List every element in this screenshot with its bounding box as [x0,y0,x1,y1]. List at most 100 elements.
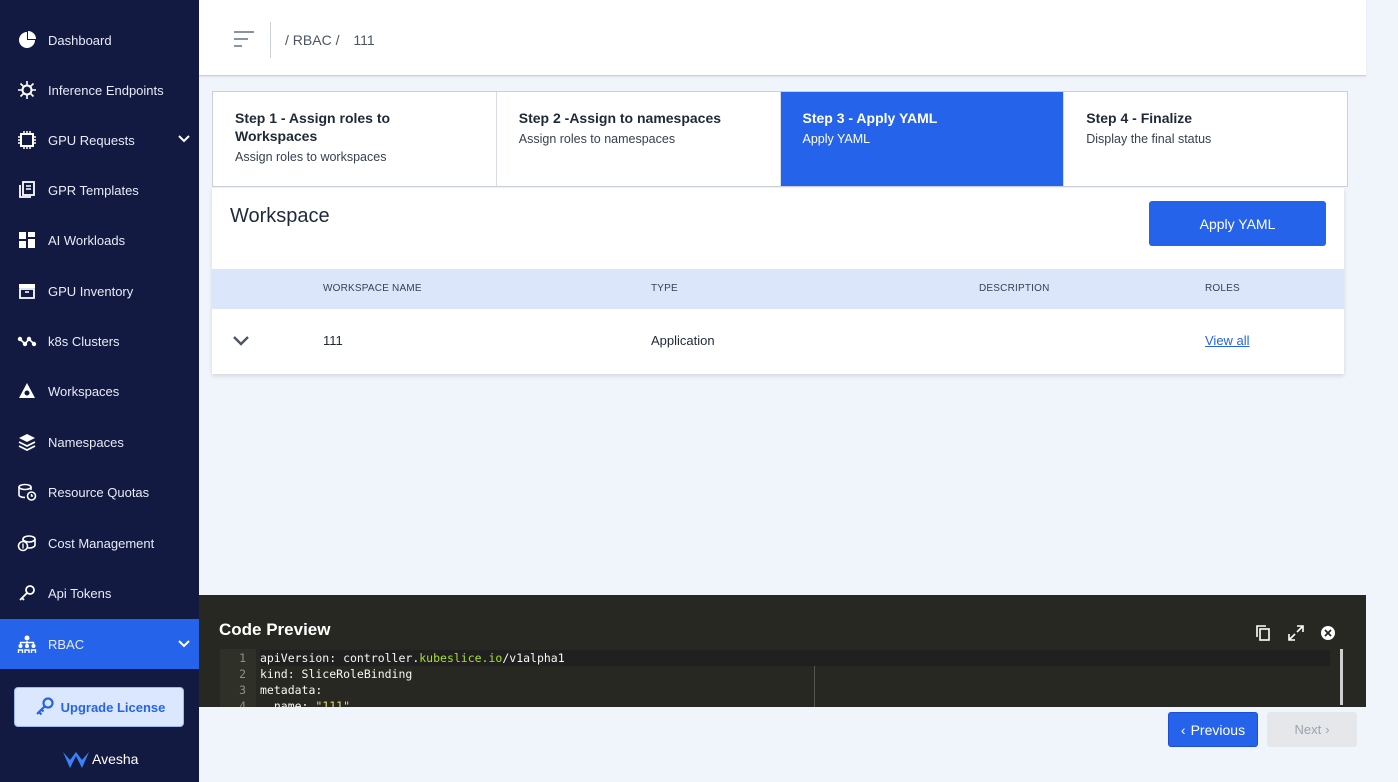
sidebar-item-label: k8s Clusters [48,333,120,349]
key-icon [16,582,38,604]
column-header-roles: ROLES [1205,283,1240,294]
line-number: 4 [239,699,246,707]
next-button[interactable]: Next › [1267,712,1357,747]
close-icon [1321,626,1335,640]
step-1[interactable]: Step 1 - Assign roles to Workspaces Assi… [213,92,497,186]
code-preview-title: Code Preview [219,620,331,639]
apply-yaml-button[interactable]: Apply YAML [1149,201,1326,246]
header-divider [270,22,271,58]
line-number: 1 [239,651,246,665]
step-description: Apply YAML [802,132,871,146]
code-line: name: "111" [260,699,351,707]
chevron-down-icon[interactable] [232,335,250,347]
code-editor[interactable]: 1 2 3 4 apiVersion: controller.kubeslice… [220,649,1344,707]
line-number: 3 [239,683,246,697]
sidebar-item-inference-endpoints[interactable]: Inference Endpoints [0,66,199,114]
step-title: Step 4 - Finalize [1086,110,1193,126]
menu-icon[interactable] [233,30,255,48]
sidebar-item-rbac[interactable]: RBAC [0,619,199,669]
namespaces-icon [16,431,38,453]
next-label: Next [1294,722,1322,737]
workspace-panel: Workspace Apply YAML WORKSPACE NAME TYPE… [212,188,1344,374]
chevron-right-icon: › [1325,722,1330,737]
sidebar-item-resource-quotas[interactable]: Resource Quotas [0,468,199,516]
code-line: apiVersion: controller.kubeslice.io/v1al… [260,650,1330,666]
sidebar-item-label: Dashboard [48,32,112,48]
sidebar-item-label: GPU Inventory [48,283,134,299]
templates-icon [16,179,38,201]
workspaces-icon [16,380,38,402]
step-description: Assign roles to workspaces [235,150,387,164]
clusters-icon [16,330,38,352]
table-row: 111 Application View all [212,309,1344,373]
code-line: metadata: [260,683,323,697]
sidebar-item-label: Resource Quotas [48,484,150,500]
breadcrumb-rbac[interactable]: / RBAC / [285,32,339,48]
quotas-icon [16,481,38,503]
chevron-left-icon: ‹ [1180,721,1186,738]
sidebar-item-gpu-inventory[interactable]: GPU Inventory [0,267,199,315]
print-margin [814,663,815,707]
step-description: Assign roles to namespaces [518,132,676,146]
step-2[interactable]: Step 2 -Assign to namespaces Assign role… [497,92,781,186]
upgrade-license-label: Upgrade License [60,699,166,715]
chip-icon [16,129,38,151]
key-icon [35,697,54,716]
inference-icon [16,79,38,101]
avesha-logo-icon [63,752,89,768]
view-all-roles-link[interactable]: View all [1205,333,1250,348]
sidebar-item-label: Cost Management [48,535,155,551]
sidebar: Dashboard Inference Endpoints GPU Reques… [0,0,199,782]
brand-logo: Avesha [62,748,138,770]
scrollbar[interactable] [1340,649,1343,705]
expand-button[interactable] [1288,625,1304,646]
sidebar-item-cost-management[interactable]: Cost Management [0,519,199,567]
table-header: WORKSPACE NAME TYPE DESCRIPTION ROLES [212,269,1344,309]
step-3[interactable]: Step 3 - Apply YAML Apply YAML [780,92,1065,186]
step-title: Step 2 -Assign to namespaces [518,110,722,126]
inventory-icon [16,280,38,302]
code-preview-panel: Code Preview 1 2 3 4 apiVersion: control… [199,595,1366,707]
code-line: kind: SliceRoleBinding [260,667,413,681]
sidebar-item-gpr-templates[interactable]: GPR Templates [0,166,199,214]
previous-button[interactable]: ‹ Previous [1168,712,1258,747]
expand-icon [1288,625,1304,641]
column-header-description: DESCRIPTION [979,283,1050,294]
chevron-down-icon[interactable] [177,637,191,651]
dashboard-icon [16,29,38,51]
cell-workspace-name: 111 [323,333,343,348]
previous-label: Previous [1190,721,1246,738]
stepper: Step 1 - Assign roles to Workspaces Assi… [212,91,1348,187]
sidebar-item-namespaces[interactable]: Namespaces [0,418,199,466]
step-4[interactable]: Step 4 - Finalize Display the final stat… [1064,92,1347,186]
upgrade-license-button[interactable]: Upgrade License [14,687,184,727]
sidebar-item-k8s-clusters[interactable]: k8s Clusters [0,317,199,365]
column-header-type: TYPE [651,283,678,294]
rbac-icon [16,633,38,655]
top-header: / RBAC / 111 [199,0,1366,76]
brand-name: Avesha [92,751,139,767]
sidebar-item-api-tokens[interactable]: Api Tokens [0,569,199,617]
step-title: Step 3 - Apply YAML [802,110,938,126]
workloads-icon [16,229,38,251]
line-number: 2 [239,667,246,681]
cost-icon [16,532,38,554]
cell-type: Application [651,333,715,348]
copy-button[interactable] [1255,625,1271,646]
sidebar-item-label: AI Workloads [48,232,126,248]
sidebar-item-dashboard[interactable]: Dashboard [0,16,199,64]
close-button[interactable] [1320,625,1336,646]
sidebar-item-label: Api Tokens [48,585,112,601]
sidebar-item-workspaces[interactable]: Workspaces [0,367,199,415]
sidebar-item-label: Workspaces [48,383,120,399]
copy-icon [1256,625,1270,641]
step-title: Step 1 - Assign roles to Workspaces [235,110,391,144]
sidebar-item-gpu-requests[interactable]: GPU Requests [0,116,199,164]
sidebar-item-label: RBAC [48,636,85,652]
chevron-down-icon[interactable] [177,132,191,146]
column-header-workspace-name: WORKSPACE NAME [323,283,422,294]
sidebar-item-ai-workloads[interactable]: AI Workloads [0,216,199,264]
panel-title: Workspace [230,205,330,227]
breadcrumb: / RBAC / 111 [285,32,381,48]
sidebar-item-label: Namespaces [48,434,124,450]
